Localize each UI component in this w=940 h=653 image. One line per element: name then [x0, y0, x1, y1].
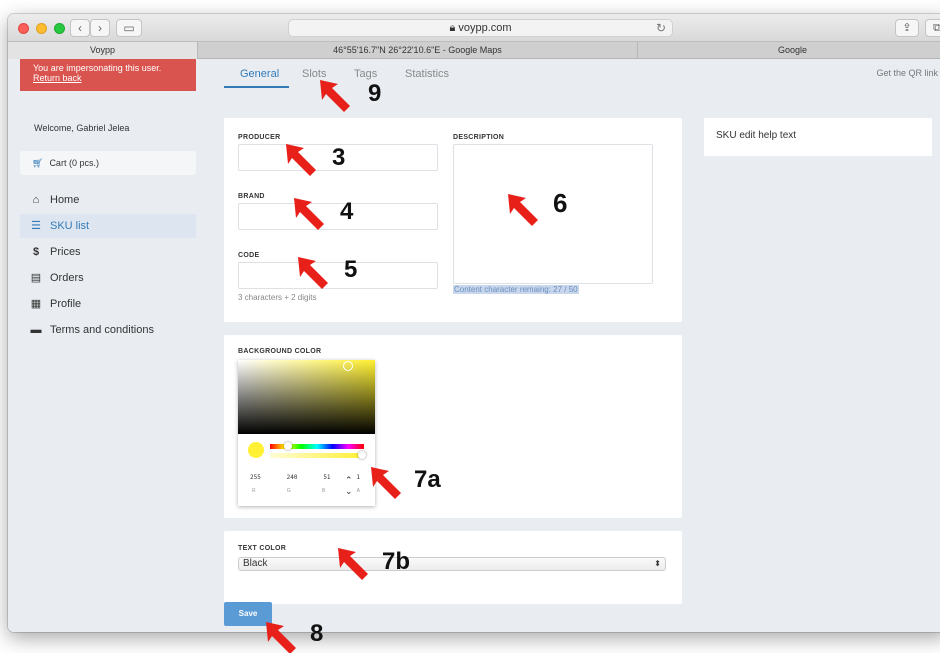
general-card: PRODUCER BRAND CODE 3 characters + 2 dig…: [224, 118, 682, 322]
home-icon: ⌂: [32, 194, 40, 206]
back-button[interactable]: ‹: [70, 19, 90, 37]
sidebar-item-sku-list[interactable]: ☰ SKU list: [20, 214, 196, 238]
page-content: You are impersonating this user. Return …: [8, 59, 940, 632]
producer-label: PRODUCER: [238, 134, 281, 141]
description-label: DESCRIPTION: [453, 134, 505, 141]
sidebar-item-home[interactable]: ⌂ Home: [20, 188, 196, 212]
cart-icon: 🛒︎: [32, 158, 44, 168]
sidebar-item-prices[interactable]: $ Prices: [20, 240, 196, 264]
sidebar-item-terms[interactable]: ▬ Terms and conditions: [20, 318, 196, 342]
help-panel: SKU edit help text: [704, 118, 932, 156]
color-values: 255 240 51 1: [250, 474, 360, 481]
select-arrows-icon: ⬍: [654, 559, 661, 568]
alpha-knob[interactable]: [358, 451, 366, 459]
title-bar: ‹ › ▭ 🔒︎ voypp.com ↻ ⇪ ⧉: [8, 14, 940, 42]
alpha-value[interactable]: 1: [356, 474, 360, 481]
zoom-window-button[interactable]: [54, 23, 65, 34]
alpha-slider[interactable]: [270, 451, 366, 459]
saturation-handle[interactable]: [343, 361, 353, 371]
dollar-icon: $: [32, 246, 40, 258]
brand-label: BRAND: [238, 193, 265, 200]
cart-label: Cart (0 pcs.): [49, 158, 99, 168]
share-button[interactable]: ⇪: [895, 19, 919, 37]
green-value[interactable]: 240: [287, 474, 298, 481]
browser-tab-google[interactable]: Google: [638, 42, 940, 59]
tab-slots[interactable]: Slots: [302, 68, 326, 80]
book-icon: ▬: [30, 324, 42, 336]
qr-link[interactable]: Get the QR link: [876, 68, 938, 78]
sidebar: You are impersonating this user. Return …: [8, 59, 196, 632]
saturation-area[interactable]: [238, 360, 375, 434]
impersonation-banner: You are impersonating this user. Return …: [20, 59, 196, 91]
browser-tab-voypp[interactable]: Voypp: [8, 42, 198, 59]
color-swatch: [248, 442, 264, 458]
id-card-icon: ▦: [30, 298, 42, 310]
text-color-value: Black: [243, 558, 268, 569]
sidebar-toggle-button[interactable]: ▭: [116, 19, 142, 37]
code-hint: 3 characters + 2 digits: [238, 293, 317, 302]
blue-value[interactable]: 51: [323, 474, 330, 481]
list-icon: ☰: [31, 220, 41, 232]
sidebar-item-profile[interactable]: ▦ Profile: [20, 292, 196, 316]
annotation-4: 4: [340, 198, 354, 225]
red-value[interactable]: 255: [250, 474, 261, 481]
annotation-5: 5: [344, 256, 358, 283]
annotation-7a: 7a: [414, 466, 441, 493]
close-window-button[interactable]: [18, 23, 29, 34]
help-text: SKU edit help text: [716, 130, 797, 141]
code-input[interactable]: [238, 262, 438, 289]
annotation-6: 6: [553, 188, 568, 218]
text-color-card: TEXT COLOR Black ⬍: [224, 531, 682, 604]
tab-tags[interactable]: Tags: [354, 68, 377, 80]
file-icon: ▤: [30, 272, 42, 284]
tab-general[interactable]: General: [240, 68, 279, 80]
code-label: CODE: [238, 252, 260, 259]
save-button[interactable]: Save: [224, 602, 272, 626]
address-text: voypp.com: [458, 22, 512, 34]
impersonation-text: You are impersonating this user.: [33, 63, 162, 73]
active-tab-underline: [224, 86, 289, 88]
welcome-text: Welcome, Gabriel Jelea: [34, 123, 130, 133]
hue-knob[interactable]: [284, 442, 292, 450]
background-color-label: BACKGROUND COLOR: [238, 348, 322, 355]
background-color-card: BACKGROUND COLOR 255 240 51 1 ⌃ ⌄ R G B …: [224, 335, 682, 518]
return-back-link[interactable]: Return back: [33, 73, 183, 83]
browser-tab-maps[interactable]: 46°55'16.7"N 26°22'10.6"E - Google Maps: [198, 42, 638, 59]
tabs-overview-button[interactable]: ⧉: [925, 19, 940, 37]
annotation-8: 8: [310, 620, 324, 647]
annotation-9: 9: [368, 80, 382, 107]
annotation-3: 3: [332, 144, 346, 171]
tab-statistics[interactable]: Statistics: [405, 68, 449, 80]
brand-input[interactable]: [238, 203, 438, 230]
sidebar-item-orders[interactable]: ▤ Orders: [20, 266, 196, 290]
reload-icon[interactable]: ↻: [656, 20, 666, 36]
color-picker: 255 240 51 1 ⌃ ⌄ R G B A: [238, 360, 375, 506]
text-color-label: TEXT COLOR: [238, 545, 287, 552]
forward-button[interactable]: ›: [90, 19, 110, 37]
browser-tab-bar: Voypp 46°55'16.7"N 26°22'10.6"E - Google…: [8, 42, 940, 59]
cart-button[interactable]: 🛒︎ Cart (0 pcs.): [20, 151, 196, 175]
color-value-labels: R G B A: [252, 488, 360, 494]
browser-window: ‹ › ▭ 🔒︎ voypp.com ↻ ⇪ ⧉ Voypp 46°55'16.…: [8, 14, 940, 632]
hue-slider[interactable]: [270, 442, 364, 450]
text-color-select[interactable]: Black ⬍: [238, 557, 666, 571]
annotation-7b: 7b: [382, 548, 411, 575]
address-bar[interactable]: 🔒︎ voypp.com ↻: [288, 19, 673, 37]
minimize-window-button[interactable]: [36, 23, 47, 34]
description-counter: Content character remaing: 27 / 50: [453, 285, 579, 294]
